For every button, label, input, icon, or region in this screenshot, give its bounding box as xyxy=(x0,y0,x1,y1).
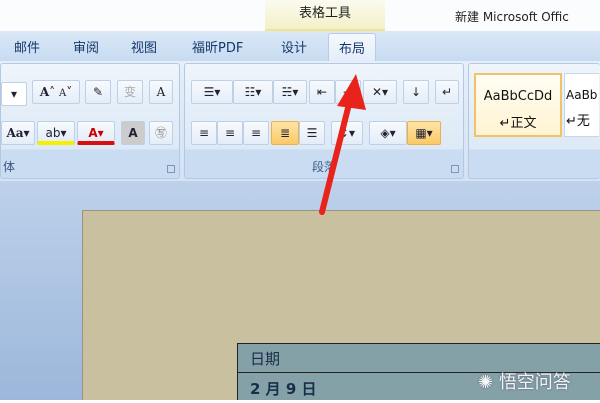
red-arrow-annotation xyxy=(319,74,366,215)
